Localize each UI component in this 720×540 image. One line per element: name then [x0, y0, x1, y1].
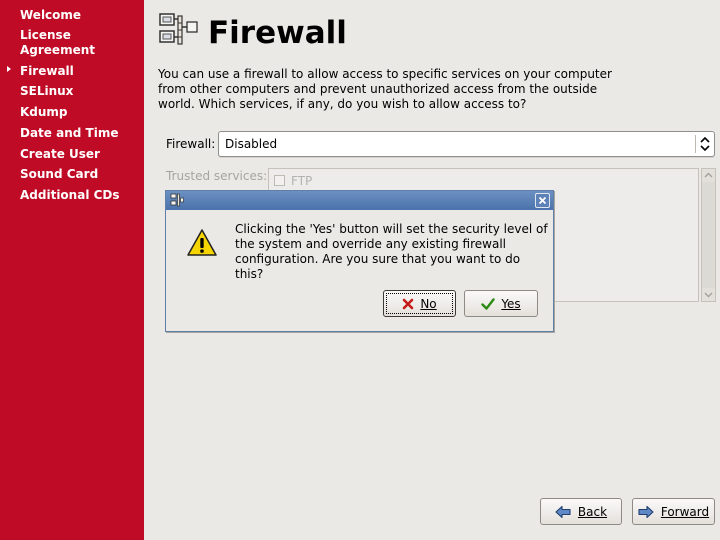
- sidebar-item-firewall[interactable]: Firewall: [20, 64, 74, 79]
- scroll-down-arrow-icon: [704, 292, 713, 298]
- sidebar-item-date-and-time[interactable]: Date and Time: [20, 126, 118, 141]
- current-step-arrow-icon: [7, 66, 11, 72]
- select-separator: [695, 135, 696, 153]
- no-button-label: No: [420, 296, 437, 311]
- sidebar-item-license-agreement[interactable]: License Agreement: [20, 28, 95, 58]
- forward-button-label: Forward: [660, 504, 710, 519]
- sidebar-item-kdump[interactable]: Kdump: [20, 105, 68, 120]
- sidebar-item-sound-card[interactable]: Sound Card: [20, 167, 98, 182]
- sidebar-item-create-user[interactable]: Create User: [20, 147, 100, 162]
- close-icon: [538, 196, 547, 205]
- sidebar-item-additional-cds[interactable]: Additional CDs: [20, 188, 120, 203]
- services-scrollbar[interactable]: [701, 168, 716, 302]
- back-button[interactable]: Back: [540, 498, 622, 525]
- back-button-label: Back: [577, 504, 608, 519]
- service-label-ftp: FTP: [291, 174, 313, 188]
- sidebar-item-welcome[interactable]: Welcome: [20, 8, 81, 23]
- scroll-up-arrow-icon: [704, 172, 713, 178]
- trusted-services-label: Trusted services:: [166, 169, 268, 183]
- firewall-select-value: Disabled: [225, 137, 278, 151]
- firewall-small-icon: [170, 193, 184, 207]
- service-checkbox-ftp[interactable]: [274, 175, 285, 186]
- firewall-computers-icon: [159, 13, 198, 45]
- forward-button[interactable]: Forward: [632, 498, 715, 525]
- cross-icon: [403, 298, 414, 309]
- dialog-message: Clicking the 'Yes' button will set the s…: [235, 222, 548, 281]
- no-button[interactable]: No: [383, 290, 456, 317]
- back-arrow-icon: [555, 505, 571, 518]
- sidebar-item-selinux[interactable]: SELinux: [20, 84, 73, 99]
- firewall-select[interactable]: Disabled: [218, 131, 715, 157]
- yes-button[interactable]: Yes: [464, 290, 538, 317]
- warning-icon: [187, 229, 217, 256]
- scroll-down-button[interactable]: [702, 288, 715, 301]
- checkmark-icon: [481, 297, 496, 310]
- page-title: Firewall: [208, 15, 347, 51]
- forward-arrow-icon: [638, 505, 654, 518]
- confirmation-dialog: Clicking the 'Yes' button will set the s…: [165, 190, 554, 332]
- firewall-label: Firewall:: [166, 137, 216, 151]
- dialog-titlebar[interactable]: [166, 191, 553, 210]
- dialog-close-button[interactable]: [535, 193, 550, 208]
- yes-button-label: Yes: [501, 296, 521, 311]
- sidebar: Welcome License Agreement Firewall SELin…: [0, 0, 144, 540]
- up-down-arrows-icon: [700, 136, 710, 152]
- page-description: You can use a firewall to allow access t…: [158, 67, 612, 111]
- scroll-up-button[interactable]: [702, 169, 715, 182]
